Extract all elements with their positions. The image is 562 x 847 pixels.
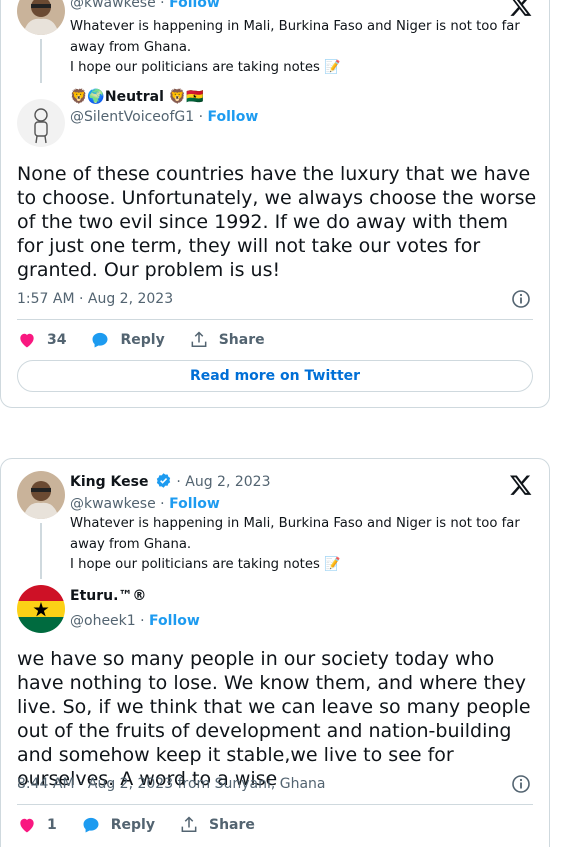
action-bar: 1 Reply Share bbox=[17, 815, 279, 835]
share-icon bbox=[181, 816, 197, 832]
share-label: Share bbox=[218, 332, 265, 348]
avatar[interactable] bbox=[17, 99, 65, 147]
quoted-date[interactable]: Aug 2, 2023 bbox=[185, 474, 270, 490]
x-logo-icon[interactable] bbox=[509, 0, 533, 18]
heart-icon bbox=[20, 333, 34, 348]
info-icon[interactable] bbox=[511, 774, 531, 794]
like-count: 34 bbox=[47, 332, 67, 348]
reply-bubble-icon bbox=[92, 332, 108, 348]
action-bar: 34 Reply Share bbox=[17, 330, 289, 350]
thread-line bbox=[40, 39, 42, 83]
quoted-text: Whatever is happening in Mali, Burkina F… bbox=[70, 17, 530, 79]
like-button[interactable]: 34 bbox=[17, 330, 66, 350]
quoted-text-line: Whatever is happening in Mali, Burkina F… bbox=[70, 516, 520, 531]
quoted-text-line: Whatever is happening in Mali, Burkina F… bbox=[70, 19, 520, 34]
tweet-text: None of these countries have the luxury … bbox=[17, 163, 537, 281]
name-emoji: 🦁🌍 bbox=[70, 89, 105, 105]
reply-display-name[interactable]: 🦁🌍Neutral 🦁🇬🇭 bbox=[70, 87, 204, 107]
reply-button[interactable]: Reply bbox=[81, 815, 155, 835]
tweet-text: we have so many people in our society to… bbox=[17, 648, 531, 790]
reply-label: Reply bbox=[110, 817, 155, 833]
avatar[interactable] bbox=[17, 471, 65, 519]
quoted-text-line: away from Ghana. bbox=[70, 39, 192, 55]
reply-display-name[interactable]: Eturu.™® bbox=[70, 586, 146, 606]
tweet-timestamp[interactable]: 8:44 AM · Aug 2, 2023 from Sunyani, Ghan… bbox=[17, 774, 326, 794]
like-button[interactable]: 1 bbox=[17, 815, 57, 835]
quoted-handle[interactable]: @kwawkese bbox=[70, 0, 156, 11]
follow-button[interactable]: Follow bbox=[169, 0, 220, 11]
thread-line bbox=[40, 523, 42, 579]
share-button[interactable]: Share bbox=[189, 330, 265, 350]
like-count: 1 bbox=[47, 817, 57, 833]
quoted-header: @kwawkese · Follow bbox=[70, 0, 220, 13]
share-button[interactable]: Share bbox=[179, 815, 255, 835]
quoted-handle-row: @kwawkese · Follow bbox=[70, 496, 220, 512]
info-icon[interactable] bbox=[511, 289, 531, 309]
quoted-text: Whatever is happening in Mali, Burkina F… bbox=[70, 514, 530, 576]
reply-handle[interactable]: @oheek1 bbox=[70, 613, 136, 629]
reply-handle-row: @oheek1 · Follow bbox=[70, 613, 200, 629]
quoted-header: King Kese · Aug 2, 2023 bbox=[70, 473, 271, 490]
tweet-card: @kwawkese · Follow Whatever is happening… bbox=[0, 0, 550, 408]
quoted-text-line: I hope our politicians are taking notes … bbox=[70, 60, 341, 75]
avatar[interactable] bbox=[17, 0, 65, 35]
share-icon bbox=[191, 331, 207, 347]
avatar[interactable] bbox=[17, 585, 65, 633]
x-logo-icon[interactable] bbox=[509, 473, 533, 497]
follow-button[interactable]: Follow bbox=[169, 496, 220, 512]
display-name: Neutral bbox=[104, 89, 164, 105]
follow-button[interactable]: Follow bbox=[149, 613, 200, 629]
quoted-display-name[interactable]: King Kese bbox=[70, 474, 148, 490]
verified-badge-icon bbox=[156, 473, 171, 488]
quoted-text-line: I hope our politicians are taking notes … bbox=[70, 557, 341, 572]
reply-button[interactable]: Reply bbox=[90, 330, 165, 350]
reply-handle[interactable]: @SilentVoiceofG1 bbox=[70, 109, 194, 125]
reply-label: Reply bbox=[120, 332, 165, 348]
reply-bubble-icon bbox=[83, 817, 99, 833]
read-more-button[interactable]: Read more on Twitter bbox=[17, 360, 533, 392]
share-label: Share bbox=[208, 817, 255, 833]
tweet-timestamp[interactable]: 1:57 AM · Aug 2, 2023 bbox=[17, 289, 173, 309]
heart-icon bbox=[20, 818, 34, 833]
reply-handle-row: @SilentVoiceofG1 · Follow bbox=[70, 109, 259, 125]
tweet-card: King Kese · Aug 2, 2023 @kwawkese · Foll… bbox=[0, 458, 550, 847]
divider bbox=[17, 319, 533, 320]
quoted-handle[interactable]: @kwawkese bbox=[70, 496, 156, 512]
divider bbox=[17, 804, 533, 805]
name-emoji: 🦁🇬🇭 bbox=[168, 89, 204, 105]
follow-button[interactable]: Follow bbox=[208, 109, 259, 125]
quoted-text-line: away from Ghana. bbox=[70, 536, 192, 552]
